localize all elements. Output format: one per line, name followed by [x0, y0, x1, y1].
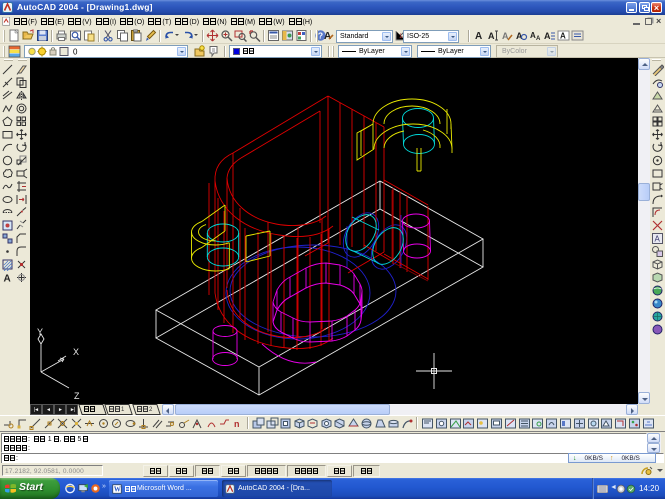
svg-text:A: A: [475, 31, 482, 42]
svg-text:A: A: [4, 274, 11, 285]
svg-text:A: A: [324, 31, 331, 42]
svg-text:A: A: [560, 32, 566, 41]
svg-text:0: 0: [73, 48, 78, 57]
svg-text:W: W: [114, 486, 121, 493]
svg-text:Z: Z: [74, 391, 80, 401]
svg-text:A: A: [536, 36, 541, 42]
svg-text:A: A: [655, 235, 661, 244]
svg-text:n: n: [234, 419, 240, 429]
svg-text:A: A: [544, 31, 551, 41]
svg-text:Y: Y: [37, 327, 43, 337]
svg-text:X: X: [73, 347, 79, 357]
svg-text:A: A: [488, 31, 495, 41]
